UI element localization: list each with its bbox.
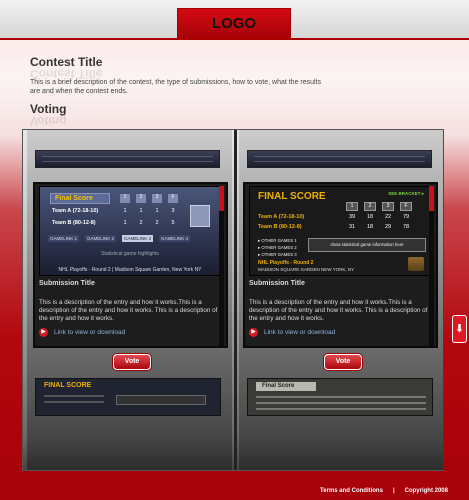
team-a-name: Team A (72-18-10) (258, 214, 305, 220)
submission-description: This is a description of the entry and h… (39, 299, 218, 322)
see-bracket-link[interactable]: SEE BRACKET ▸ (388, 191, 424, 197)
right-arrow-icon: ▶ (39, 328, 48, 337)
voting-carousel: Final Score 1 2 3 F Team A (72-18-10) 1 … (22, 129, 444, 471)
contest-description: This is a brief description of the conte… (30, 79, 322, 95)
entry-card-1: Final Score 1 2 3 F Team A (72-18-10) 1 … (33, 182, 228, 348)
score-cell: 78 (402, 224, 410, 230)
score-cell: 18 (366, 224, 374, 230)
screenshot-footer-line1: NHL Playoffs - Round 2 (258, 260, 314, 266)
period-header: 3 (152, 194, 162, 203)
other-games-link[interactable]: ▸ OTHER GAMES 3 (258, 251, 297, 258)
voting-title-reflection: Voting (30, 114, 67, 128)
submission-title: Submission Title (39, 280, 95, 287)
period-header: 2 (136, 194, 146, 203)
final-score-heading: FINAL SCORE (258, 191, 326, 202)
score-cell: 5 (171, 220, 175, 226)
score-cell: 18 (366, 214, 374, 220)
score-cell: 1 (123, 220, 127, 226)
header: LOGO (0, 0, 469, 40)
link-label: Link to view or download (264, 329, 336, 336)
submission-description: This is a description of the entry and h… (249, 299, 428, 322)
entry-thumbnail-top-right[interactable] (247, 150, 432, 168)
period-header: 2 (364, 202, 376, 211)
screenshot-footer-line2: MADISON SQUARE GARDEN NEW YORK, NY (258, 267, 355, 272)
score-cell: 39 (348, 214, 356, 220)
thumb-heading: FINAL SCORE (44, 382, 92, 389)
period-header: 1 (120, 194, 130, 203)
bracket-icon (190, 205, 210, 227)
hockey-stick-icon (408, 257, 424, 271)
entry-thumbnail-bottom-right[interactable]: Final Score (247, 378, 433, 416)
vote-button-2[interactable]: Vote (324, 354, 362, 370)
score-cell: 29 (384, 224, 392, 230)
gamelink[interactable]: GAMELINK 1 (48, 235, 80, 242)
other-games-link[interactable]: ▸ OTHER GAMES 1 (258, 237, 297, 244)
score-cell: 2 (155, 220, 159, 226)
link-label: Link to view or download (54, 329, 126, 336)
submission-title: Submission Title (249, 280, 305, 287)
score-cell: 79 (402, 214, 410, 220)
footer-separator: | (392, 488, 395, 494)
scroll-down-button[interactable]: ⬇ (452, 315, 467, 343)
team-a-name: Team A (72-18-10) (52, 208, 99, 214)
gamelink[interactable]: GAMELINK 2 (85, 235, 117, 242)
score-cell: 1 (155, 208, 159, 214)
thumb-heading: Final Score (256, 382, 316, 391)
stats-info-button[interactable]: show statistical game information here (308, 238, 426, 252)
right-arrow-icon: ▶ (249, 328, 258, 337)
card-scrollbar[interactable] (219, 186, 224, 346)
column-divider (234, 130, 237, 470)
score-cell: 22 (384, 214, 392, 220)
score-cell: 3 (171, 208, 175, 214)
score-cell: 1 (123, 208, 127, 214)
view-download-link[interactable]: ▶ Link to view or download (39, 328, 125, 337)
period-header: 1 (346, 202, 358, 211)
entry-2-screenshot[interactable]: FINAL SCORE SEE BRACKET ▸ 1 2 3 F Team A… (249, 186, 431, 276)
period-header: F (400, 202, 412, 211)
vote-button-1[interactable]: Vote (113, 354, 151, 370)
terms-link[interactable]: Terms and Conditions (320, 488, 383, 494)
team-b-name: Team B (80-12-8) (258, 224, 302, 230)
other-games-link[interactable]: ▸ OTHER GAMES 2 (258, 244, 297, 251)
highlights-caption: Statistical game highlights (101, 251, 159, 257)
main-content: Contest Title Contest Title This is a br… (0, 40, 469, 480)
score-cell: 1 (139, 208, 143, 214)
logo[interactable]: LOGO (177, 8, 291, 38)
down-arrow-icon: ⬇ (454, 323, 465, 335)
footer: Terms and Conditions | Copyright 2008 (315, 488, 453, 494)
period-header: F (168, 194, 178, 203)
period-header: 3 (382, 202, 394, 211)
final-score-heading: Final Score (50, 193, 110, 204)
entry-card-2: FINAL SCORE SEE BRACKET ▸ 1 2 3 F Team A… (243, 182, 438, 348)
entry-thumbnail-top-left[interactable] (35, 150, 220, 168)
view-download-link[interactable]: ▶ Link to view or download (249, 328, 335, 337)
score-cell: 2 (139, 220, 143, 226)
screenshot-footer: NHL Playoffs - Round 2 | Madison Square … (58, 267, 202, 273)
team-b-name: Team B (80-12-8) (52, 220, 96, 226)
copyright: Copyright 2008 (404, 488, 448, 494)
entry-thumbnail-bottom-left[interactable]: FINAL SCORE (35, 378, 221, 416)
score-cell: 31 (348, 224, 356, 230)
gamelink[interactable]: GAMELINK 4 (159, 235, 191, 242)
card-scrollbar[interactable] (429, 186, 434, 346)
gamelink-active[interactable]: GAMELINK 3 (122, 235, 154, 242)
entry-1-screenshot[interactable]: Final Score 1 2 3 F Team A (72-18-10) 1 … (39, 186, 221, 276)
